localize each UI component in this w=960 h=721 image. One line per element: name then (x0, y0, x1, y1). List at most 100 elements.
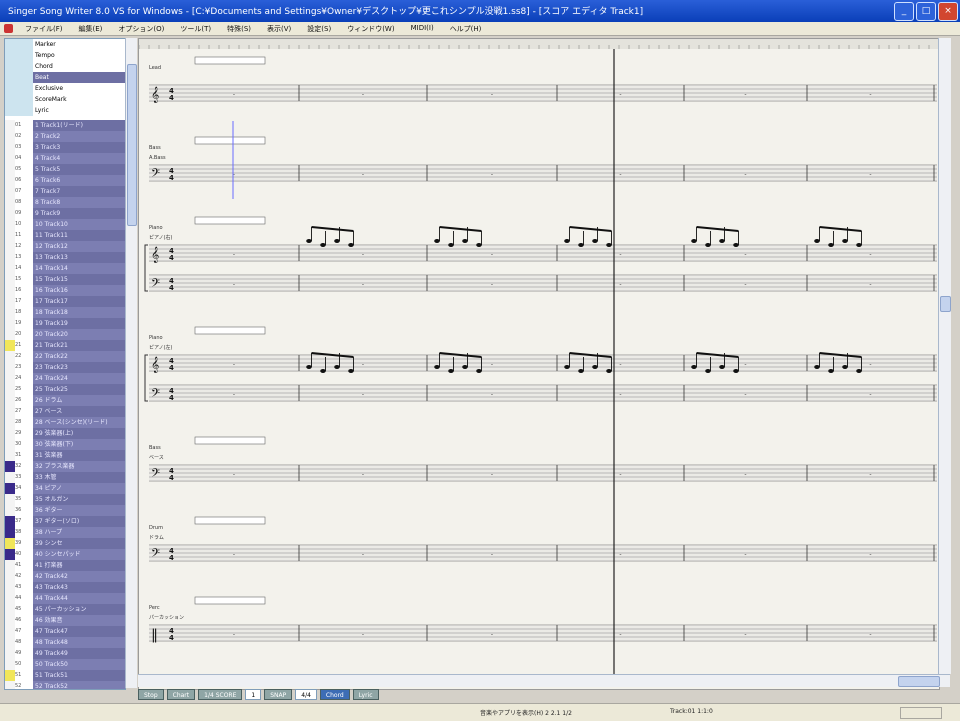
scroll-thumb[interactable] (940, 296, 951, 312)
track-item[interactable]: 23 0001 23 Track23 (5, 362, 125, 373)
app-icon[interactable] (4, 24, 13, 33)
track-item[interactable]: 02 0001 2 Track2 (5, 131, 125, 142)
resize-grip-icon[interactable] (900, 707, 942, 719)
track-item[interactable]: 34 0001 34 ピアノ (5, 483, 125, 494)
toolbar-button[interactable]: Chord (319, 689, 350, 700)
track-item[interactable]: 04 0001 4 Track4 (5, 153, 125, 164)
toolbar-button[interactable]: Stop (138, 689, 164, 700)
track-item[interactable]: 52 0001 52 Track52 (5, 681, 125, 689)
score-vertical-scrollbar[interactable] (938, 38, 951, 674)
track-item[interactable]: 40 0001 40 シンセパッド (5, 549, 125, 560)
track-item[interactable]: 11 0001 11 Track11 (5, 230, 125, 241)
track-item[interactable]: 30 0001 30 弦楽器(下) (5, 439, 125, 450)
instrument-box[interactable] (194, 56, 266, 65)
track-item[interactable]: 32 0001 32 ブラス楽器 (5, 461, 125, 472)
track-item[interactable]: 18 0001 18 Track18 (5, 307, 125, 318)
track-label: 6 Track6 (33, 175, 125, 186)
special-track-item[interactable]: Lyric (5, 105, 125, 116)
score-canvas[interactable]: Lead 𝄞 4 4 - - - - - - - Bass A.Bass 𝄢 4 4 - - - - - - - Piano ピ… (139, 39, 939, 689)
menu-item[interactable]: 編集(E) (71, 24, 111, 34)
menu-item[interactable]: オプション(O) (110, 24, 172, 34)
track-item[interactable]: 03 0001 3 Track3 (5, 142, 125, 153)
track-item[interactable]: 20 0001 20 Track20 (5, 329, 125, 340)
special-track-item[interactable]: Exclusive (5, 83, 125, 94)
window-titlebar[interactable]: Singer Song Writer 8.0 VS for Windows - … (0, 0, 960, 22)
instrument-box[interactable] (194, 516, 266, 525)
track-item[interactable]: 43 0001 43 Track43 (5, 582, 125, 593)
menu-item[interactable]: ウィンドウ(W) (339, 24, 402, 34)
track-item[interactable]: 45 0001 45 パーカッション (5, 604, 125, 615)
track-item[interactable]: 22 0001 22 Track22 (5, 351, 125, 362)
track-item[interactable]: 35 0001 35 オルガン (5, 494, 125, 505)
track-item[interactable]: 05 0001 5 Track5 (5, 164, 125, 175)
track-item[interactable]: 31 0001 31 弦楽器 (5, 450, 125, 461)
track-item[interactable]: 26 0001 26 ドラム (5, 395, 125, 406)
toolbar-button[interactable]: 1 (245, 689, 262, 700)
track-item[interactable]: 48 0001 48 Track48 (5, 637, 125, 648)
toolbar-button[interactable]: 4/4 (295, 689, 317, 700)
special-track-item[interactable]: Chord (5, 61, 125, 72)
treble-clef-icon: 𝄞 (151, 247, 159, 263)
scroll-thumb[interactable] (898, 676, 940, 687)
score-horizontal-scrollbar[interactable] (138, 674, 950, 687)
track-item[interactable]: 50 0001 50 Track50 (5, 659, 125, 670)
special-track-item[interactable]: ScoreMark (5, 94, 125, 105)
minimize-button[interactable]: _ (894, 2, 914, 21)
track-item[interactable]: 08 0001 8 Track8 (5, 197, 125, 208)
toolbar-button[interactable]: 1/4 SCORE (198, 689, 243, 700)
track-item[interactable]: 12 0001 12 Track12 (5, 241, 125, 252)
track-item[interactable]: 36 0001 36 ギター (5, 505, 125, 516)
track-item[interactable]: 33 0001 33 木管 (5, 472, 125, 483)
toolbar-button[interactable]: Chart (166, 689, 196, 700)
track-item[interactable]: 42 0001 42 Track42 (5, 571, 125, 582)
close-button[interactable]: × (938, 2, 958, 21)
track-item[interactable]: 49 0001 49 Track49 (5, 648, 125, 659)
track-item[interactable]: 14 0001 14 Track14 (5, 263, 125, 274)
menu-item[interactable]: 特殊(S) (219, 24, 259, 34)
track-item[interactable]: 44 0001 44 Track44 (5, 593, 125, 604)
track-item[interactable]: 29 0001 29 弦楽器(上) (5, 428, 125, 439)
menu-item[interactable]: MIDI(I) (403, 24, 442, 34)
track-item[interactable]: 25 0001 25 Track25 (5, 384, 125, 395)
track-item[interactable]: 21 0001 21 Track21 (5, 340, 125, 351)
maximize-button[interactable]: □ (916, 2, 936, 21)
special-track-item[interactable]: Marker (5, 39, 125, 50)
track-item[interactable]: 07 0001 7 Track7 (5, 186, 125, 197)
track-list-scrollbar[interactable] (125, 38, 137, 688)
menu-item[interactable]: 表示(V) (259, 24, 299, 34)
track-item[interactable]: 19 0001 19 Track19 (5, 318, 125, 329)
instrument-box[interactable] (194, 596, 266, 605)
track-item[interactable]: 41 0001 41 打楽器 (5, 560, 125, 571)
instrument-box[interactable] (194, 436, 266, 445)
track-item[interactable]: 13 0001 13 Track13 (5, 252, 125, 263)
track-item[interactable]: 39 0001 39 シンセ (5, 538, 125, 549)
track-item[interactable]: 09 0001 9 Track9 (5, 208, 125, 219)
track-item[interactable]: 28 0001 28 ベース(シンセ)(リード) (5, 417, 125, 428)
track-item[interactable]: 51 0001 51 Track51 (5, 670, 125, 681)
score-editor[interactable]: Lead 𝄞 4 4 - - - - - - - Bass A.Bass 𝄢 4 4 - - - - - - - Piano ピ… (138, 38, 940, 690)
menu-item[interactable]: ツール(T) (172, 24, 219, 34)
menu-item[interactable]: ファイル(F) (17, 24, 71, 34)
menu-item[interactable]: ヘルプ(H) (442, 24, 490, 34)
special-track-item[interactable]: Tempo (5, 50, 125, 61)
track-item[interactable]: 06 0001 6 Track6 (5, 175, 125, 186)
track-item[interactable]: 16 0001 16 Track16 (5, 285, 125, 296)
track-item[interactable]: 17 0001 17 Track17 (5, 296, 125, 307)
track-item[interactable]: 47 0001 47 Track47 (5, 626, 125, 637)
track-item[interactable]: 24 0001 24 Track24 (5, 373, 125, 384)
track-item[interactable]: 27 0001 27 ベース (5, 406, 125, 417)
instrument-box[interactable] (194, 136, 266, 145)
special-track-item[interactable]: Beat (5, 72, 125, 83)
track-item[interactable]: 01 0001 1 Track1(リード) (5, 120, 125, 131)
scroll-thumb[interactable] (127, 64, 137, 226)
menu-item[interactable]: 設定(S) (299, 24, 339, 34)
track-item[interactable]: 10 0001 10 Track10 (5, 219, 125, 230)
toolbar-button[interactable]: SNAP (264, 689, 293, 700)
track-item[interactable]: 38 0001 38 ハープ (5, 527, 125, 538)
track-item[interactable]: 37 0001 37 ギター(ソロ) (5, 516, 125, 527)
toolbar-button[interactable]: Lyric (352, 689, 379, 700)
instrument-box[interactable] (194, 216, 266, 225)
instrument-box[interactable] (194, 326, 266, 335)
track-item[interactable]: 46 0001 46 効果音 (5, 615, 125, 626)
track-item[interactable]: 15 0001 15 Track15 (5, 274, 125, 285)
